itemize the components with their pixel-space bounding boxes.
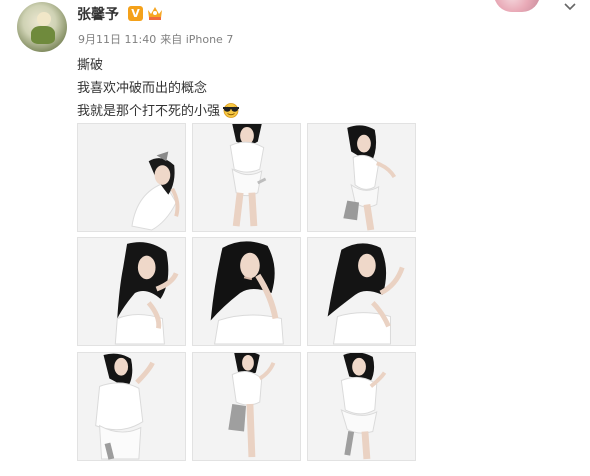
post-text-line-1: 撕破 bbox=[77, 58, 104, 73]
photo-5[interactable] bbox=[192, 237, 301, 346]
photo-9[interactable] bbox=[307, 352, 416, 461]
cover-thumbnail[interactable] bbox=[494, 0, 540, 12]
post-source: 来自 iPhone 7 bbox=[160, 33, 234, 46]
post-text-line-3-text: 我就是那个打不死的小强 bbox=[77, 104, 221, 119]
chevron-down-icon[interactable] bbox=[562, 0, 578, 14]
avatar-detail bbox=[31, 26, 55, 44]
post-date[interactable]: 9月11日 11:40 bbox=[78, 33, 156, 46]
post-text-line-3: 我就是那个打不死的小强 bbox=[77, 100, 241, 119]
photo-7[interactable] bbox=[77, 352, 186, 461]
user-avatar[interactable] bbox=[17, 2, 67, 52]
photo-8[interactable] bbox=[192, 352, 301, 461]
photo-grid bbox=[77, 123, 416, 461]
sunglasses-emoji-icon bbox=[223, 103, 240, 118]
avatar-detail bbox=[37, 12, 51, 26]
photo-1[interactable] bbox=[77, 123, 186, 232]
photo-2[interactable] bbox=[192, 123, 301, 232]
photo-6[interactable] bbox=[307, 237, 416, 346]
vip-crown-icon[interactable] bbox=[146, 5, 164, 21]
photo-4[interactable] bbox=[77, 237, 186, 346]
post-text-line-2: 我喜欢冲破而出的概念 bbox=[77, 81, 208, 96]
verified-badge-icon[interactable]: V bbox=[128, 6, 143, 21]
photo-3[interactable] bbox=[307, 123, 416, 232]
post-meta: 9月11日 11:40 来自 iPhone 7 bbox=[78, 31, 237, 47]
username-link[interactable]: 张馨予 bbox=[77, 4, 119, 24]
